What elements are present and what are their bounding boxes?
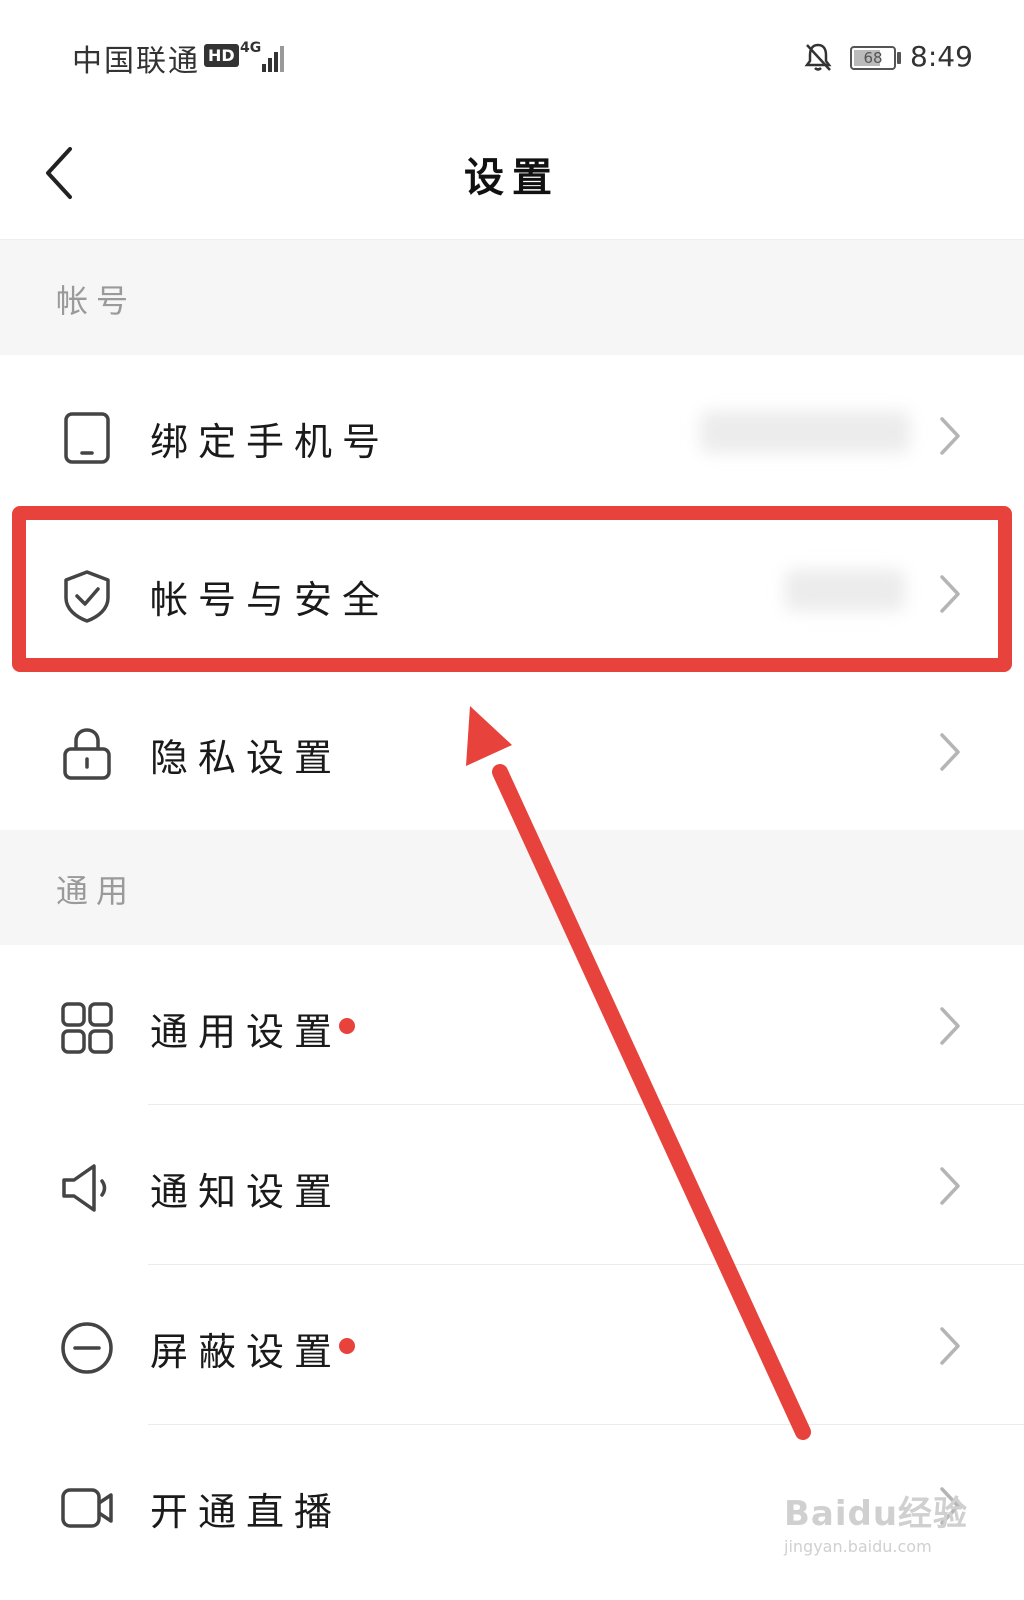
notification-red-dot — [339, 1338, 355, 1354]
settings-item-label: 绑定手机号 — [150, 420, 391, 464]
video-camera-icon — [61, 1488, 113, 1528]
chevron-right-icon — [940, 733, 960, 771]
clock: 8:49 — [910, 40, 973, 73]
chevron-right-icon — [940, 1327, 960, 1365]
chevron-right-icon — [940, 417, 960, 455]
speaker-icon — [62, 1164, 107, 1212]
settings-item-label: 屏蔽设置 — [150, 1330, 343, 1374]
section-title: 帐号 — [56, 282, 137, 320]
settings-item-bind-phone[interactable]: 绑定手机号 — [0, 355, 1024, 515]
signal-icon — [262, 42, 290, 72]
settings-item-block[interactable]: 屏蔽设置 — [0, 1265, 1024, 1425]
chevron-right-icon — [940, 1007, 960, 1045]
bell-off-icon — [804, 43, 832, 71]
nav-bar: 设置 — [0, 115, 1024, 240]
battery-icon: 68 — [850, 46, 896, 70]
watermark-main: Baidu经验 — [784, 1494, 969, 1534]
network-type: 4G — [240, 40, 262, 56]
lock-icon — [63, 728, 111, 780]
settings-item-label: 开通直播 — [150, 1490, 343, 1534]
notification-red-dot — [339, 1018, 355, 1034]
page-title: 设置 — [464, 155, 560, 201]
grid-icon — [61, 1002, 113, 1054]
section-header-general: 通用 — [0, 830, 1024, 945]
phone-icon — [64, 412, 110, 464]
blurred-phone-number — [700, 411, 910, 453]
section-header-account: 帐号 — [0, 240, 1024, 355]
minus-circle-icon — [61, 1322, 113, 1374]
hd-badge: HD — [204, 44, 239, 67]
settings-item-notifications[interactable]: 通知设置 — [0, 1105, 1024, 1265]
battery-tip — [897, 52, 901, 64]
settings-item-label: 隐私设置 — [150, 736, 343, 780]
chevron-right-icon — [940, 1167, 960, 1205]
settings-item-label: 通知设置 — [150, 1170, 343, 1214]
baidu-watermark: Baidu经验 jingyan.baidu.com — [784, 1486, 984, 1556]
carrier-name: 中国联通 — [72, 44, 200, 79]
settings-item-privacy[interactable]: 隐私设置 — [0, 671, 1024, 831]
section-title: 通用 — [56, 872, 137, 910]
watermark-sub: jingyan.baidu.com — [784, 1537, 932, 1556]
status-bar: 中国联通 HD 4G 68 8:49 — [0, 0, 1024, 115]
settings-item-general[interactable]: 通用设置 — [0, 945, 1024, 1105]
highlight-box — [12, 506, 1012, 672]
battery-level: 68 — [863, 49, 883, 67]
settings-item-label: 通用设置 — [150, 1010, 343, 1054]
